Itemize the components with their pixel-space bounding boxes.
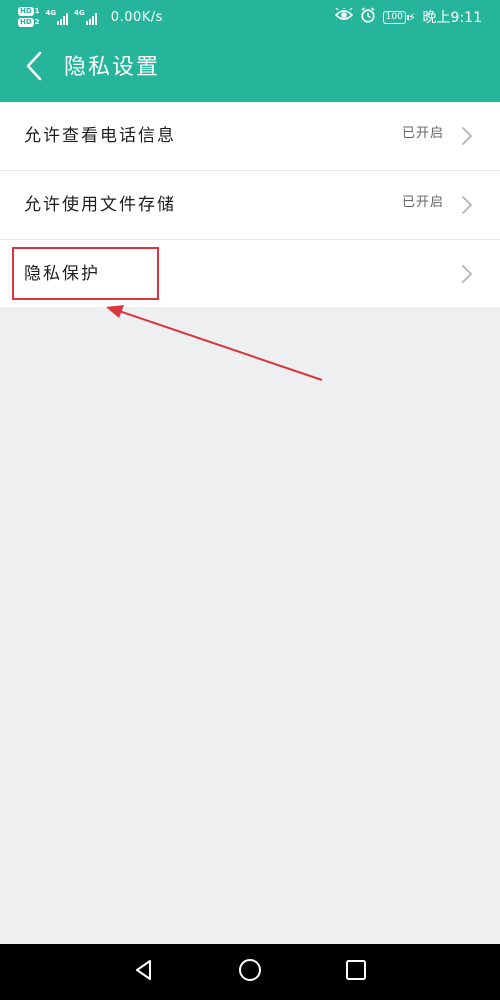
chevron-right-icon xyxy=(460,195,474,215)
status-bar: HD 1 HD 2 4G 4G 0.00K/s 100 ⚡ 晚上9:11 xyxy=(0,0,500,34)
hd-label: HD xyxy=(18,7,34,16)
recents-square-icon xyxy=(345,959,367,985)
clock: 晚上9:11 xyxy=(422,10,482,26)
hd-sub: 1 xyxy=(34,7,40,15)
back-button[interactable] xyxy=(14,48,54,88)
status-right: 100 ⚡ 晚上9:11 xyxy=(334,4,482,30)
chevron-left-icon xyxy=(24,51,44,85)
settings-item-file-storage[interactable]: 允许使用文件存储 已开启 xyxy=(0,171,500,240)
alarm-icon xyxy=(360,7,376,27)
network-type: 4G xyxy=(74,9,85,17)
page-title: 隐私设置 xyxy=(64,55,161,80)
status-left: HD 1 HD 2 4G 4G 0.00K/s xyxy=(18,4,163,30)
settings-item-status: 已开启 xyxy=(401,126,444,141)
battery-icon: 100 xyxy=(382,10,410,24)
settings-item-status: 已开启 xyxy=(401,195,444,210)
eye-icon xyxy=(334,7,353,26)
nav-home-button[interactable] xyxy=(230,952,270,992)
network-2: 4G xyxy=(74,9,97,25)
hd-label: HD xyxy=(18,18,34,27)
settings-item-label: 允许查看电话信息 xyxy=(24,126,176,146)
navigation-bar xyxy=(0,944,500,1000)
chevron-right-icon xyxy=(460,126,474,146)
settings-item-label: 允许使用文件存储 xyxy=(24,195,176,215)
settings-item-privacy-protection[interactable]: 隐私保护 xyxy=(0,240,500,307)
app-header: 隐私设置 xyxy=(0,34,500,102)
hd-sub: 2 xyxy=(34,18,40,26)
network-speed: 0.00K/s xyxy=(110,9,163,25)
back-triangle-icon xyxy=(133,959,155,985)
settings-item-phone-info[interactable]: 允许查看电话信息 已开启 xyxy=(0,102,500,171)
chevron-right-icon xyxy=(460,264,474,284)
home-circle-icon xyxy=(238,958,262,986)
signal-icon xyxy=(85,13,97,25)
network-1: 4G xyxy=(46,9,69,25)
hd-badge-2: HD 2 xyxy=(18,18,40,27)
hd-indicators: HD 1 HD 2 xyxy=(18,7,40,27)
charging-icon: ⚡ xyxy=(407,10,416,24)
nav-back-button[interactable] xyxy=(124,952,164,992)
hd-badge-1: HD 1 xyxy=(18,7,40,16)
settings-list: 允许查看电话信息 已开启 允许使用文件存储 已开启 隐私保护 xyxy=(0,102,500,307)
nav-recents-button[interactable] xyxy=(336,952,376,992)
signal-icon xyxy=(57,13,69,25)
settings-item-label: 隐私保护 xyxy=(24,264,100,284)
network-type: 4G xyxy=(45,9,57,17)
